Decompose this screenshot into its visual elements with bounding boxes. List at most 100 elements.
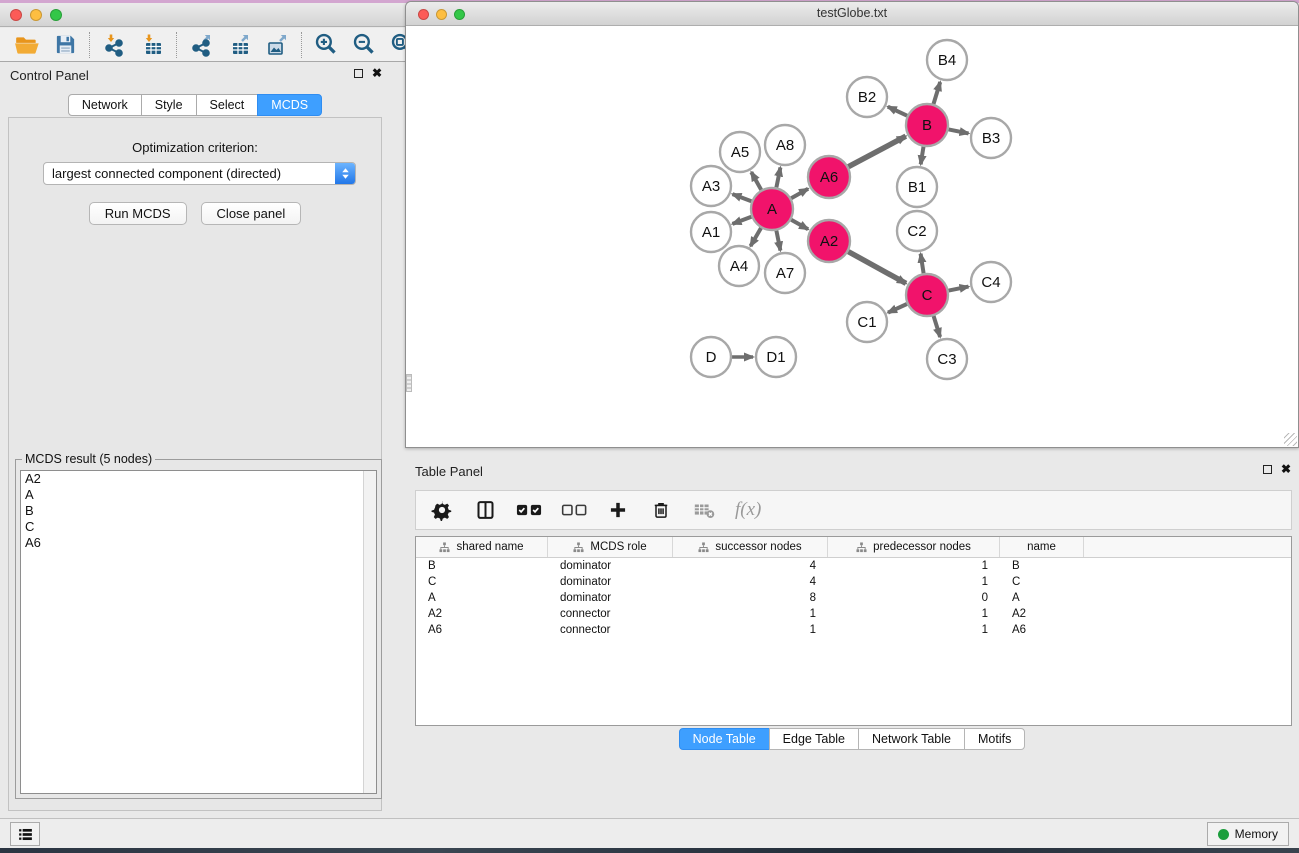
graph-edge-A-A5[interactable] [751,172,761,190]
tab-select[interactable]: Select [196,94,259,116]
graph-edge-B-B4[interactable] [934,82,941,104]
graph-edge-A-A3[interactable] [733,194,752,201]
delete-column-button[interactable] [649,497,673,523]
table-row[interactable]: A6connector11A6 [416,622,1291,638]
table-cell[interactable]: A [1000,592,1084,604]
tab-edge-table[interactable]: Edge Table [769,728,859,750]
import-table-button[interactable] [133,31,171,59]
tab-network-table[interactable]: Network Table [858,728,965,750]
close-table-panel-icon[interactable]: ✖ [1281,464,1291,474]
tab-mcds[interactable]: MCDS [257,94,322,116]
graph-edge-A-A8[interactable] [776,168,780,188]
table-cell[interactable]: B [416,560,548,572]
open-file-button[interactable] [8,31,46,59]
network-canvas[interactable]: AA1A2A3A4A5A6A7A8BB1B2B3B4CC1C2C3C4DD1 [406,27,1298,447]
result-scrollbar[interactable] [363,471,376,793]
mcds-result-list[interactable]: A2ABCA6 [20,470,377,794]
table-cell[interactable]: 1 [828,560,1000,572]
table-row[interactable]: Cdominator41C [416,574,1291,590]
export-network-button[interactable] [182,31,220,59]
save-session-button[interactable] [46,31,84,59]
resize-grip-icon[interactable] [1284,433,1297,446]
graph-node-C3[interactable]: C3 [927,339,967,379]
graph-edge-A6-B[interactable] [848,136,905,167]
tab-style[interactable]: Style [141,94,197,116]
result-item[interactable]: C [21,519,376,535]
table-row[interactable]: A2connector11A2 [416,606,1291,622]
table-cell[interactable]: dominator [548,592,673,604]
table-cell[interactable]: 1 [673,624,828,636]
graph-edge-C-C4[interactable] [949,287,969,291]
column-header-shared-name[interactable]: shared name [416,537,548,557]
select-all-button[interactable] [516,497,542,523]
graph-node-B2[interactable]: B2 [847,77,887,117]
zoom-in-button[interactable] [307,31,345,59]
network-window-titlebar[interactable]: testGlobe.txt [406,2,1298,26]
column-header-successor-nodes[interactable]: successor nodes [673,537,828,557]
graph-node-B3[interactable]: B3 [971,118,1011,158]
table-cell[interactable]: 1 [828,608,1000,620]
graph-node-B1[interactable]: B1 [897,167,937,207]
graph-node-A6[interactable]: A6 [808,156,850,198]
graph-node-C4[interactable]: C4 [971,262,1011,302]
optimization-criterion-select[interactable]: largest connected component (directed) [43,162,356,185]
graph-edge-C-C2[interactable] [921,254,924,274]
table-cell[interactable]: 4 [673,576,828,588]
settings-gear-button[interactable] [430,497,454,523]
graph-edge-B-B1[interactable] [921,147,924,165]
graph-edge-B-B2[interactable] [888,107,907,116]
split-view-button[interactable] [473,497,497,523]
close-panel-icon[interactable]: ✖ [372,68,382,78]
table-cell[interactable]: 8 [673,592,828,604]
graph-edge-A2-C[interactable] [848,252,906,284]
import-network-button[interactable] [95,31,133,59]
table-row[interactable]: Bdominator41B [416,558,1291,574]
table-cell[interactable]: 4 [673,560,828,572]
table-cell[interactable]: A2 [416,608,548,620]
result-item[interactable]: A [21,487,376,503]
result-item[interactable]: A6 [21,535,376,551]
graph-edge-A-A2[interactable] [791,220,808,230]
graph-edge-A-A7[interactable] [776,231,780,251]
table-cell[interactable]: C [1000,576,1084,588]
graph-node-A4[interactable]: A4 [719,246,759,286]
float-table-panel-icon[interactable] [1263,465,1272,474]
memory-button[interactable]: Memory [1207,822,1289,846]
result-item[interactable]: B [21,503,376,519]
graph-node-A5[interactable]: A5 [720,132,760,172]
run-mcds-button[interactable]: Run MCDS [89,202,187,225]
graph-node-C[interactable]: C [906,274,948,316]
export-table-button[interactable] [220,31,258,59]
graph-node-B[interactable]: B [906,104,948,146]
tab-network[interactable]: Network [68,94,142,116]
table-cell[interactable]: dominator [548,576,673,588]
tab-node-table[interactable]: Node Table [679,728,770,750]
graph-edge-C-C1[interactable] [888,304,907,313]
graph-node-C2[interactable]: C2 [897,211,937,251]
splitter-grip[interactable] [406,374,412,392]
table-cell[interactable]: A2 [1000,608,1084,620]
show-panels-button[interactable] [10,822,40,846]
graph-node-B4[interactable]: B4 [927,40,967,80]
close-panel-button[interactable]: Close panel [201,202,302,225]
graph-edge-B-B3[interactable] [949,129,969,133]
table-cell[interactable]: A [416,592,548,604]
graph-node-D[interactable]: D [691,337,731,377]
export-image-button[interactable] [258,31,296,59]
table-cell[interactable]: connector [548,624,673,636]
table-cell[interactable]: dominator [548,560,673,572]
result-item[interactable]: A2 [21,471,376,487]
graph-node-D1[interactable]: D1 [756,337,796,377]
graph-node-A1[interactable]: A1 [691,212,731,252]
graph-edge-A-A6[interactable] [791,189,808,199]
float-panel-icon[interactable] [354,69,363,78]
graph-node-A[interactable]: A [751,188,793,230]
graph-node-A8[interactable]: A8 [765,125,805,165]
graph-edge-A-A1[interactable] [733,217,752,224]
column-header-MCDS-role[interactable]: MCDS role [548,537,673,557]
add-column-button[interactable] [606,497,630,523]
table-cell[interactable]: 1 [673,608,828,620]
table-cell[interactable]: A6 [416,624,548,636]
graph-node-A7[interactable]: A7 [765,253,805,293]
table-row[interactable]: Adominator80A [416,590,1291,606]
